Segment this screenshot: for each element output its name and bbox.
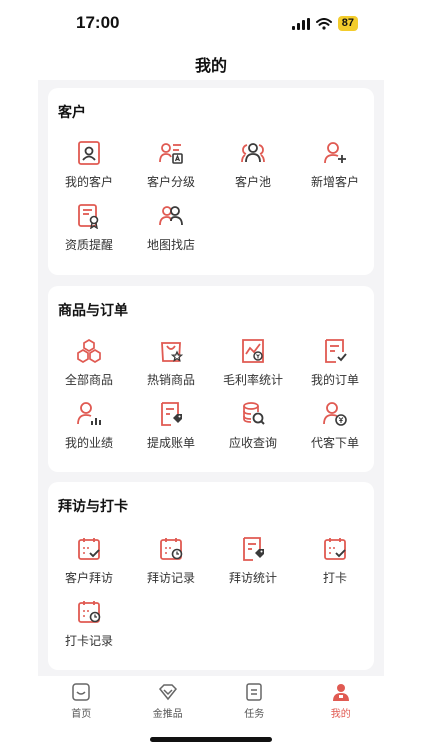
customer-card-icon: [78, 141, 100, 165]
section-title-orders: 商品与订单: [58, 302, 128, 318]
tab-gold-products[interactable]: 金推品: [125, 676, 212, 724]
commission-bill-button[interactable]: 提成账单: [130, 401, 212, 457]
orders-section-card: 商品与订单 全部商品 热销商品 毛利率统计 我的订单 我的业绩 提成账单 应收查…: [48, 286, 374, 472]
my-performance-button[interactable]: 我的业绩: [48, 401, 130, 457]
coins-search-icon: [243, 402, 265, 425]
page-title: 我的: [194, 58, 227, 75]
order-for-customer-label: 代客下单: [310, 436, 359, 450]
my-orders-button[interactable]: 我的订单: [294, 338, 376, 394]
tab-gold-products-label: 金推品: [152, 709, 183, 720]
bill-tag-icon: [161, 402, 182, 426]
status-bar: 17:00 87: [0, 0, 422, 46]
hot-products-label: 热销商品: [146, 373, 195, 387]
customer-visit-button[interactable]: 客户拜访: [48, 536, 130, 592]
home-icon: [72, 683, 90, 701]
tab-tasks[interactable]: 任务: [211, 676, 298, 724]
tab-home[interactable]: 首页: [38, 676, 125, 724]
customer-pool-button[interactable]: 客户池: [212, 140, 294, 196]
visits-section-card: 拜访与打卡 客户拜访 拜访记录 拜访统计 打卡 打卡记录: [48, 482, 374, 670]
all-products-button[interactable]: 全部商品: [48, 338, 130, 394]
qualification-reminder-label: 资质提醒: [64, 238, 113, 252]
profile-icon: [332, 684, 349, 701]
customer-grading-label: 客户分级: [146, 175, 195, 189]
diamond-icon: [158, 684, 177, 701]
my-performance-label: 我的业绩: [64, 436, 113, 450]
check-in-label: 打卡: [322, 571, 347, 585]
signal-icon: [291, 17, 310, 30]
visit-tag-icon: [243, 537, 264, 561]
receivables-query-button[interactable]: 应收查询: [212, 401, 294, 457]
calendar-check-icon: [78, 538, 100, 560]
user-yuan-icon: [323, 402, 347, 426]
visit-records-button[interactable]: 拜访记录: [130, 536, 212, 592]
section-title-customer: 客户: [58, 104, 86, 120]
calendar-clock-icon: [160, 538, 183, 560]
wifi-icon: [315, 17, 332, 30]
calendar-clock-icon: [78, 601, 101, 623]
check-in-records-label: 打卡记录: [64, 634, 113, 648]
tab-bar: 首页 金推品 任务 我的: [38, 676, 384, 724]
visit-records-label: 拜访记录: [146, 571, 195, 585]
section-title-visits: 拜访与打卡: [58, 498, 128, 514]
visit-stats-button[interactable]: 拜访统计: [212, 536, 294, 592]
my-customers-label: 我的客户: [64, 175, 113, 189]
tab-home-label: 首页: [71, 709, 92, 720]
battery-indicator: 87: [337, 16, 358, 31]
check-in-records-button[interactable]: 打卡记录: [48, 599, 130, 655]
hot-products-button[interactable]: 热销商品: [130, 338, 212, 394]
customer-visit-label: 客户拜访: [64, 571, 113, 585]
status-icons: 87: [291, 16, 358, 31]
shopping-bag-star-icon: [161, 342, 184, 362]
trend-chart-icon: [242, 339, 264, 363]
commission-bill-label: 提成账单: [146, 436, 195, 450]
status-time: 17:00: [76, 13, 120, 32]
all-products-label: 全部商品: [64, 373, 113, 387]
customer-pool-label: 客户池: [234, 175, 271, 189]
boxes-icon: [77, 339, 101, 363]
add-customer-label: 新增客户: [310, 175, 359, 189]
my-customers-button[interactable]: 我的客户: [48, 140, 130, 196]
check-in-button[interactable]: 打卡: [294, 536, 376, 592]
add-user-icon: [324, 142, 346, 164]
add-customer-button[interactable]: 新增客户: [294, 140, 376, 196]
map-find-store-label: 地图找店: [146, 238, 195, 252]
certificate-icon: [78, 204, 99, 229]
home-indicator[interactable]: [150, 737, 272, 742]
tab-mine-label: 我的: [330, 709, 351, 720]
map-find-store-button[interactable]: 地图找店: [130, 203, 212, 259]
qualification-reminder-button[interactable]: 资质提醒: [48, 203, 130, 259]
gross-margin-stats-label: 毛利率统计: [222, 373, 283, 387]
customer-section-card: 客户 我的客户 客户分级 客户池 新增客户 资质提醒 地图找店: [48, 88, 374, 275]
receivables-query-label: 应收查询: [228, 436, 277, 450]
order-for-customer-button[interactable]: 代客下单: [294, 401, 376, 457]
customer-pool-icon: [241, 143, 265, 163]
tab-tasks-label: 任务: [244, 709, 265, 720]
calendar-checkin-icon: [324, 538, 346, 560]
my-orders-label: 我的订单: [310, 373, 359, 387]
customer-grade-icon: [159, 143, 183, 164]
tab-mine[interactable]: 我的: [298, 676, 385, 724]
performance-user-icon: [77, 402, 101, 425]
customer-grading-button[interactable]: 客户分级: [130, 140, 212, 196]
order-check-icon: [325, 339, 347, 363]
gross-margin-stats-button[interactable]: 毛利率统计: [212, 338, 294, 394]
map-people-icon: [159, 206, 183, 226]
task-icon: [246, 683, 262, 701]
visit-stats-label: 拜访统计: [228, 571, 277, 585]
